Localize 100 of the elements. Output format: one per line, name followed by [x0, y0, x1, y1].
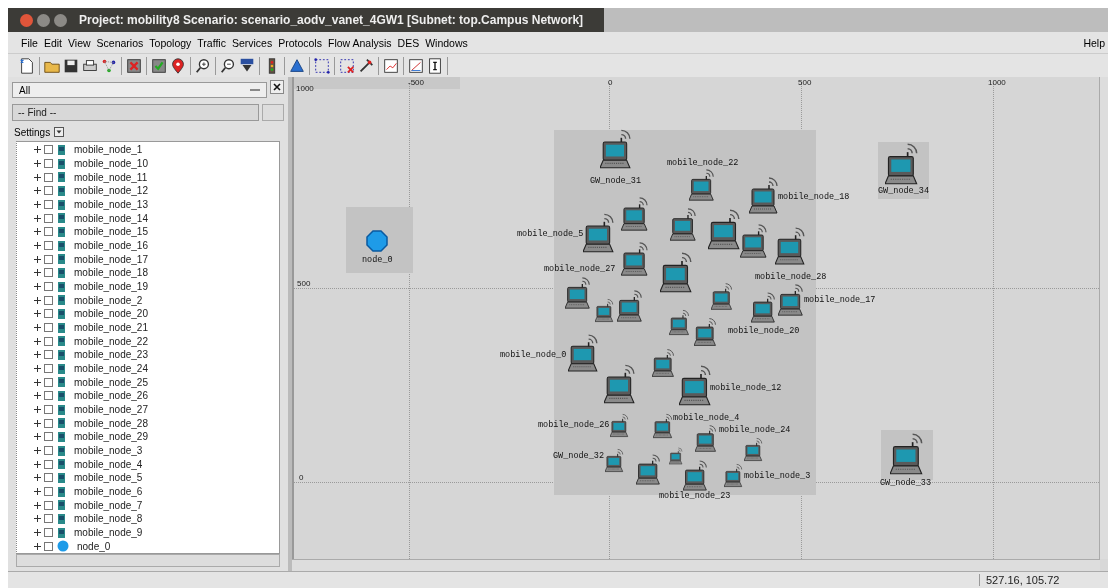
dotted-delete-icon[interactable] — [338, 56, 356, 75]
checkbox[interactable] — [44, 336, 53, 346]
checkbox[interactable] — [44, 295, 53, 305]
expand-icon[interactable] — [33, 145, 42, 155]
expand-icon[interactable] — [33, 268, 42, 278]
menu-item[interactable]: Flow Analysis — [324, 36, 395, 49]
menu-item[interactable]: Windows — [422, 36, 471, 49]
checkbox[interactable] — [44, 200, 53, 209]
maximize-button[interactable] — [54, 13, 67, 27]
checkbox[interactable] — [44, 514, 53, 524]
expand-icon[interactable] — [33, 213, 42, 223]
zoom-in-icon[interactable] — [194, 56, 212, 75]
checkbox[interactable] — [44, 323, 53, 333]
map-pin-icon[interactable] — [169, 56, 187, 75]
tree-item[interactable]: mobile_node_19 — [74, 281, 148, 293]
checkbox[interactable] — [44, 254, 53, 264]
tree-item[interactable]: mobile_node_3 — [74, 445, 143, 457]
expand-icon[interactable] — [33, 418, 42, 428]
checkbox[interactable] — [44, 432, 53, 442]
expand-icon[interactable] — [33, 405, 42, 415]
close-icon[interactable] — [270, 80, 284, 94]
expand-icon[interactable] — [33, 200, 42, 209]
horizontal-scrollbar[interactable] — [16, 554, 280, 567]
checkbox[interactable] — [44, 446, 53, 456]
checkbox[interactable] — [44, 418, 53, 428]
checkbox[interactable] — [44, 241, 53, 251]
expand-icon[interactable] — [33, 172, 42, 182]
expand-icon[interactable] — [33, 459, 42, 469]
tree-item[interactable]: mobile_node_12 — [74, 185, 148, 197]
filter-dropdown[interactable]: All — [12, 82, 267, 98]
delete-node-icon[interactable] — [125, 56, 143, 75]
menu-item[interactable]: Edit — [40, 36, 65, 49]
tree-item[interactable]: mobile_node_27 — [74, 404, 148, 416]
checkbox[interactable] — [44, 227, 53, 237]
expand-icon[interactable] — [33, 241, 42, 251]
checkbox[interactable] — [44, 377, 53, 387]
tree-item[interactable]: node_0 — [77, 540, 111, 552]
checkbox[interactable] — [44, 309, 53, 319]
tree-item[interactable]: mobile_node_5 — [74, 472, 143, 484]
checkbox[interactable] — [44, 487, 53, 497]
tree-item[interactable]: mobile_node_24 — [74, 363, 148, 375]
checkbox[interactable] — [44, 528, 53, 538]
info-icon[interactable] — [426, 56, 444, 75]
checkbox[interactable] — [44, 282, 53, 292]
tree-item[interactable]: mobile_node_7 — [74, 499, 143, 511]
find-field[interactable]: -- Find -- — [12, 103, 259, 121]
tree-item[interactable]: mobile_node_11 — [74, 171, 148, 183]
expand-icon[interactable] — [33, 391, 42, 401]
menu-item[interactable]: DES — [394, 36, 423, 49]
tree-item[interactable]: mobile_node_18 — [74, 267, 148, 279]
expand-icon[interactable] — [33, 186, 42, 196]
zoom-out-icon[interactable] — [219, 56, 237, 75]
expand-icon[interactable] — [33, 446, 42, 456]
dropdown-caret-icon[interactable] — [54, 127, 65, 137]
pushpin-icon[interactable] — [357, 56, 375, 75]
dotted-selection-icon[interactable] — [313, 56, 331, 75]
tree-item[interactable]: mobile_node_21 — [74, 322, 148, 334]
menu-item[interactable]: Protocols — [275, 36, 325, 49]
graph-window-icon[interactable] — [407, 56, 425, 75]
checkbox[interactable] — [44, 186, 53, 196]
horizontal-scrollbar[interactable] — [292, 559, 1100, 571]
expand-icon[interactable] — [33, 500, 42, 510]
checkbox[interactable] — [44, 459, 53, 469]
tree-item[interactable]: mobile_node_4 — [74, 458, 143, 470]
menu-item[interactable]: Services — [228, 36, 276, 49]
tree-item[interactable]: mobile_node_1 — [74, 144, 143, 156]
menu-item[interactable]: Traffic — [194, 36, 229, 49]
tree-item[interactable]: mobile_node_13 — [74, 199, 148, 210]
expand-icon[interactable] — [33, 377, 42, 387]
menu-item[interactable]: Scenarios — [93, 36, 147, 49]
expand-icon[interactable] — [33, 364, 42, 374]
expand-icon[interactable] — [33, 350, 42, 360]
checkbox[interactable] — [44, 145, 53, 155]
menu-item[interactable]: View — [65, 36, 94, 49]
tree-item[interactable]: mobile_node_28 — [74, 417, 148, 429]
checkbox[interactable] — [44, 541, 53, 551]
checkbox[interactable] — [44, 364, 53, 374]
tree-item[interactable]: mobile_node_14 — [74, 212, 148, 224]
checkbox[interactable] — [44, 473, 53, 483]
tree-item[interactable]: mobile_node_8 — [74, 513, 143, 525]
chart-window-icon[interactable] — [382, 56, 400, 75]
expand-icon[interactable] — [33, 295, 42, 305]
triangle-icon[interactable] — [288, 56, 306, 75]
expand-icon[interactable] — [33, 514, 42, 524]
checkbox[interactable] — [44, 268, 53, 278]
expand-icon[interactable] — [33, 528, 42, 538]
tree-item[interactable]: mobile_node_10 — [74, 158, 148, 169]
tree-item[interactable]: mobile_node_29 — [74, 431, 148, 443]
expand-icon[interactable] — [33, 159, 42, 168]
expand-icon[interactable] — [33, 432, 42, 442]
vertical-scrollbar[interactable] — [1099, 77, 1108, 559]
checkbox[interactable] — [44, 405, 53, 415]
tree-item[interactable]: mobile_node_2 — [74, 294, 143, 306]
expand-icon[interactable] — [33, 323, 42, 333]
accept-node-icon[interactable] — [150, 56, 168, 75]
expand-icon[interactable] — [33, 336, 42, 346]
tree-item[interactable]: mobile_node_15 — [74, 226, 148, 238]
expand-icon[interactable] — [33, 487, 42, 497]
tree-item[interactable]: mobile_node_20 — [74, 308, 148, 320]
menu-item[interactable]: File — [18, 36, 41, 49]
